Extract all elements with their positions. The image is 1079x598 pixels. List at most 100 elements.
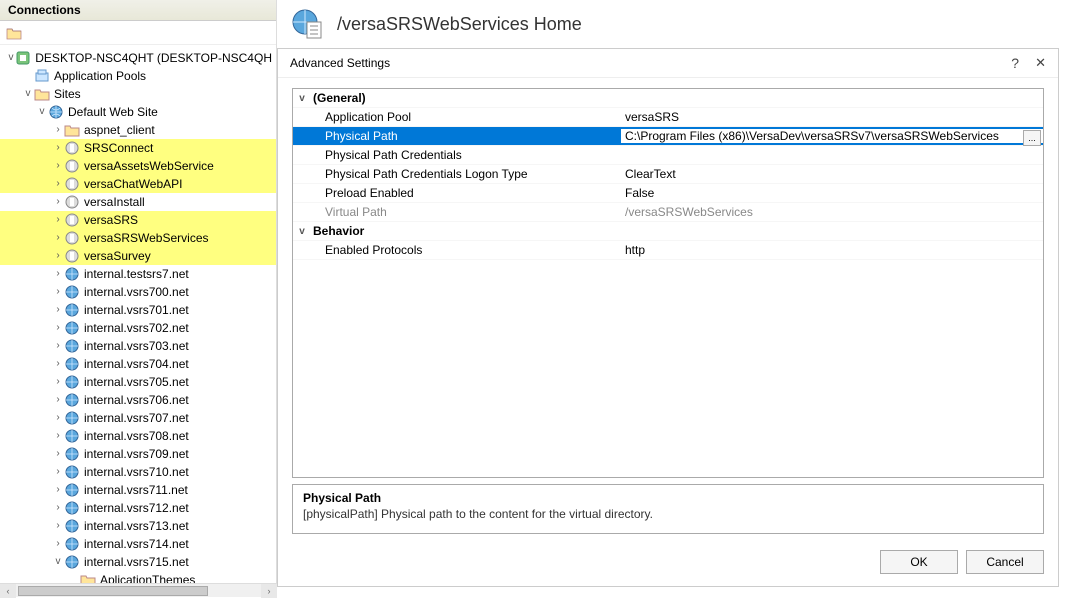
chevron-right-icon[interactable]: ›: [52, 160, 64, 171]
globe-icon: [64, 518, 80, 534]
prop-logon-type[interactable]: Physical Path Credentials Logon Type Cle…: [293, 165, 1043, 184]
scroll-left-icon[interactable]: ‹: [0, 584, 16, 598]
server-icon: [15, 50, 31, 66]
tree-aspnet-client[interactable]: › aspnet_client: [0, 121, 276, 139]
advanced-settings-dialog: Advanced Settings ? ✕ v (General) Applic…: [277, 48, 1059, 587]
chevron-right-icon[interactable]: ›: [52, 142, 64, 153]
app-icon: [64, 176, 80, 192]
tree-internal-vsrs708-net[interactable]: ›internal.vsrs708.net: [0, 427, 276, 445]
connections-tree[interactable]: v DESKTOP-NSC4QHT (DESKTOP-NSC4QH Applic…: [0, 45, 276, 597]
connections-panel: Connections v DESKTOP-NSC4QHT (DESKTOP-N…: [0, 0, 277, 597]
tree-versainstall[interactable]: › versaInstall: [0, 193, 276, 211]
chevron-right-icon[interactable]: ›: [52, 466, 64, 477]
tree-internal-vsrs710-net[interactable]: ›internal.vsrs710.net: [0, 463, 276, 481]
tree-internal-vsrs705-net[interactable]: ›internal.vsrs705.net: [0, 373, 276, 391]
globe-icon: [64, 410, 80, 426]
tree-internal-testsrs7-net[interactable]: ›internal.testsrs7.net: [0, 265, 276, 283]
chevron-right-icon[interactable]: ›: [52, 250, 64, 261]
chevron-right-icon[interactable]: ›: [52, 430, 64, 441]
chevron-right-icon[interactable]: ›: [52, 502, 64, 513]
chevron-right-icon[interactable]: ›: [52, 340, 64, 351]
property-description: Physical Path [physicalPath] Physical pa…: [292, 484, 1044, 534]
collapse-icon[interactable]: v: [293, 226, 311, 237]
chevron-down-icon[interactable]: v: [52, 556, 64, 567]
prop-preload-enabled[interactable]: Preload Enabled False: [293, 184, 1043, 203]
prop-physical-path[interactable]: Physical Path C:\Program Files (x86)\Ver…: [293, 127, 1043, 146]
chevron-right-icon[interactable]: ›: [52, 286, 64, 297]
tree-internal-vsrs711-net[interactable]: ›internal.vsrs711.net: [0, 481, 276, 499]
tree-default-site[interactable]: v Default Web Site: [0, 103, 276, 121]
app-icon: [64, 230, 80, 246]
prop-enabled-protocols[interactable]: Enabled Protocols http: [293, 241, 1043, 260]
tree-versasrs[interactable]: ›versaSRS: [0, 211, 276, 229]
tree-internal-vsrs704-net[interactable]: ›internal.vsrs704.net: [0, 355, 276, 373]
close-icon[interactable]: ✕: [1035, 55, 1046, 71]
globe-icon: [64, 374, 80, 390]
dialog-titlebar: Advanced Settings ? ✕: [278, 49, 1058, 78]
chevron-right-icon[interactable]: ›: [52, 358, 64, 369]
tree-internal-vsrs712-net[interactable]: ›internal.vsrs712.net: [0, 499, 276, 517]
chevron-right-icon[interactable]: ›: [52, 394, 64, 405]
prop-application-pool[interactable]: Application Pool versaSRS: [293, 108, 1043, 127]
chevron-right-icon[interactable]: ›: [52, 196, 64, 207]
chevron-right-icon[interactable]: ›: [52, 124, 64, 135]
chevron-down-icon[interactable]: v: [36, 106, 48, 117]
chevron-right-icon[interactable]: ›: [52, 232, 64, 243]
tree-internal-vsrs707-net[interactable]: ›internal.vsrs707.net: [0, 409, 276, 427]
chevron-right-icon[interactable]: ›: [52, 268, 64, 279]
chevron-right-icon[interactable]: ›: [52, 484, 64, 495]
scroll-thumb[interactable]: [18, 586, 208, 596]
chevron-down-icon[interactable]: v: [22, 88, 34, 99]
tree-internal-vsrs701-net[interactable]: ›internal.vsrs701.net: [0, 301, 276, 319]
prop-physical-path-credentials[interactable]: Physical Path Credentials: [293, 146, 1043, 165]
tree-versasrswebservices[interactable]: ›versaSRSWebServices: [0, 229, 276, 247]
chevron-right-icon[interactable]: ›: [52, 448, 64, 459]
section-general[interactable]: v (General): [293, 89, 1043, 108]
globe-icon: [64, 338, 80, 354]
chevron-right-icon[interactable]: ›: [52, 304, 64, 315]
tree-srsconnect[interactable]: ›SRSConnect: [0, 139, 276, 157]
globe-icon: [64, 554, 80, 570]
tree-versasurvey[interactable]: ›versaSurvey: [0, 247, 276, 265]
tree-internal-vsrs714-net[interactable]: ›internal.vsrs714.net: [0, 535, 276, 553]
horizontal-scrollbar[interactable]: ‹ ›: [0, 583, 277, 597]
tree-sites[interactable]: v Sites: [0, 85, 276, 103]
tree-internal-vsrs700-net[interactable]: ›internal.vsrs700.net: [0, 283, 276, 301]
collapse-icon[interactable]: v: [293, 93, 311, 104]
desc-title: Physical Path: [303, 491, 1033, 505]
chevron-right-icon[interactable]: ›: [52, 412, 64, 423]
globe-icon: [64, 320, 80, 336]
scroll-right-icon[interactable]: ›: [261, 584, 277, 598]
tree-internal-vsrs703-net[interactable]: ›internal.vsrs703.net: [0, 337, 276, 355]
content-panel: /versaSRSWebServices Home Advanced Setti…: [277, 0, 1079, 597]
app-icon: [64, 158, 80, 174]
tree-internal-vsrs715-net[interactable]: vinternal.vsrs715.net: [0, 553, 276, 571]
chevron-right-icon[interactable]: ›: [52, 538, 64, 549]
tree-internal-vsrs706-net[interactable]: ›internal.vsrs706.net: [0, 391, 276, 409]
tree-server-node[interactable]: v DESKTOP-NSC4QHT (DESKTOP-NSC4QH: [0, 49, 276, 67]
help-button[interactable]: ?: [1011, 55, 1019, 71]
section-behavior[interactable]: v Behavior: [293, 222, 1043, 241]
chevron-right-icon[interactable]: ›: [52, 214, 64, 225]
tree-versaassetswebservice[interactable]: ›versaAssetsWebService: [0, 157, 276, 175]
ok-button[interactable]: OK: [880, 550, 958, 574]
app-icon: [64, 248, 80, 264]
tree-app-pools[interactable]: Application Pools: [0, 67, 276, 85]
property-grid[interactable]: v (General) Application Pool versaSRS Ph…: [292, 88, 1044, 478]
globe-icon: [64, 428, 80, 444]
chevron-down-icon[interactable]: v: [7, 52, 15, 63]
dialog-title: Advanced Settings: [290, 56, 390, 70]
tree-versachatwebapi[interactable]: ›versaChatWebAPI: [0, 175, 276, 193]
globe-icon: [64, 302, 80, 318]
tree-internal-vsrs702-net[interactable]: ›internal.vsrs702.net: [0, 319, 276, 337]
tree-internal-vsrs713-net[interactable]: ›internal.vsrs713.net: [0, 517, 276, 535]
chevron-right-icon[interactable]: ›: [52, 322, 64, 333]
cancel-button[interactable]: Cancel: [966, 550, 1044, 574]
folder-open-icon[interactable]: [6, 26, 22, 40]
tree-internal-vsrs709-net[interactable]: ›internal.vsrs709.net: [0, 445, 276, 463]
chevron-right-icon[interactable]: ›: [52, 178, 64, 189]
panel-title: Connections: [0, 0, 276, 21]
chevron-right-icon[interactable]: ›: [52, 520, 64, 531]
chevron-right-icon[interactable]: ›: [52, 376, 64, 387]
browse-button[interactable]: ...: [1023, 130, 1041, 146]
